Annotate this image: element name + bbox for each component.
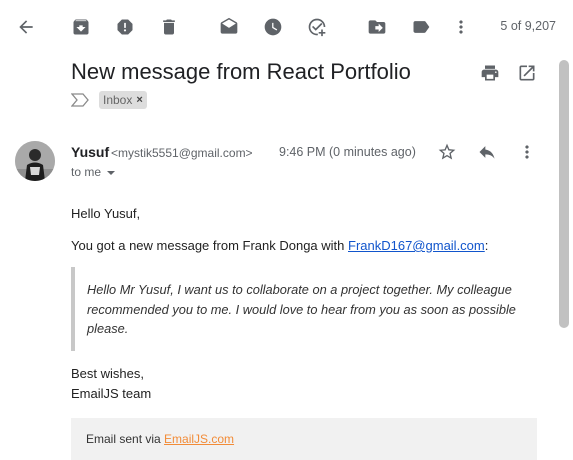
label-chip-text: Inbox bbox=[103, 93, 133, 107]
delete-icon[interactable] bbox=[159, 17, 179, 37]
footer-prefix: Email sent via bbox=[86, 432, 165, 446]
label-icon[interactable] bbox=[411, 17, 431, 37]
recipient-text: to me bbox=[71, 165, 102, 179]
sender-avatar[interactable] bbox=[15, 141, 55, 181]
message-subject: New message from React Portfolio bbox=[71, 59, 411, 84]
intro-suffix: : bbox=[484, 238, 489, 253]
sender-email-link[interactable]: FrankD167@gmail.com bbox=[348, 238, 485, 253]
email-footer: Email sent via EmailJS.com bbox=[71, 418, 537, 460]
report-spam-icon[interactable] bbox=[115, 17, 135, 37]
intro-line: You got a new message from Frank Donga w… bbox=[71, 238, 488, 253]
snooze-icon[interactable] bbox=[263, 17, 283, 37]
signoff-line-1: Best wishes, bbox=[71, 366, 144, 381]
intro-prefix: You got a new message from Frank Donga w… bbox=[71, 238, 348, 253]
mark-unread-icon[interactable] bbox=[219, 17, 239, 37]
add-task-icon[interactable] bbox=[307, 17, 327, 37]
emailjs-link[interactable]: EmailJS.com bbox=[164, 432, 234, 446]
back-arrow-icon[interactable] bbox=[16, 17, 36, 37]
sender-email: <mystik5551@gmail.com> bbox=[111, 146, 253, 160]
greeting: Hello Yusuf, bbox=[71, 206, 141, 221]
sender-name: Yusuf bbox=[71, 144, 110, 160]
message-more-icon[interactable] bbox=[517, 142, 537, 162]
chevron-down-icon bbox=[107, 170, 116, 175]
signoff-line-2: EmailJS team bbox=[71, 386, 152, 401]
reply-icon[interactable] bbox=[477, 142, 497, 162]
importance-marker-icon[interactable] bbox=[71, 93, 89, 107]
open-new-window-icon[interactable] bbox=[517, 63, 537, 88]
quoted-message: Hello Mr Yusuf, I want us to collaborate… bbox=[71, 267, 541, 351]
star-icon[interactable] bbox=[437, 142, 457, 162]
message-toolbar: 5 of 9,207 bbox=[0, 0, 573, 54]
footer-text: Email sent via EmailJS.com bbox=[86, 432, 234, 446]
remove-label-button[interactable]: × bbox=[136, 94, 142, 106]
page-count: 5 of 9,207 bbox=[500, 19, 556, 33]
more-vert-icon[interactable] bbox=[451, 17, 471, 37]
message-time: 9:46 PM (0 minutes ago) bbox=[279, 145, 416, 159]
move-to-icon[interactable] bbox=[367, 17, 387, 37]
archive-icon[interactable] bbox=[71, 17, 91, 37]
print-icon[interactable] bbox=[480, 63, 500, 88]
recipient-details-toggle[interactable]: to me bbox=[71, 165, 116, 179]
scrollbar-thumb[interactable] bbox=[559, 60, 569, 328]
label-chip-inbox: Inbox × bbox=[99, 91, 147, 109]
